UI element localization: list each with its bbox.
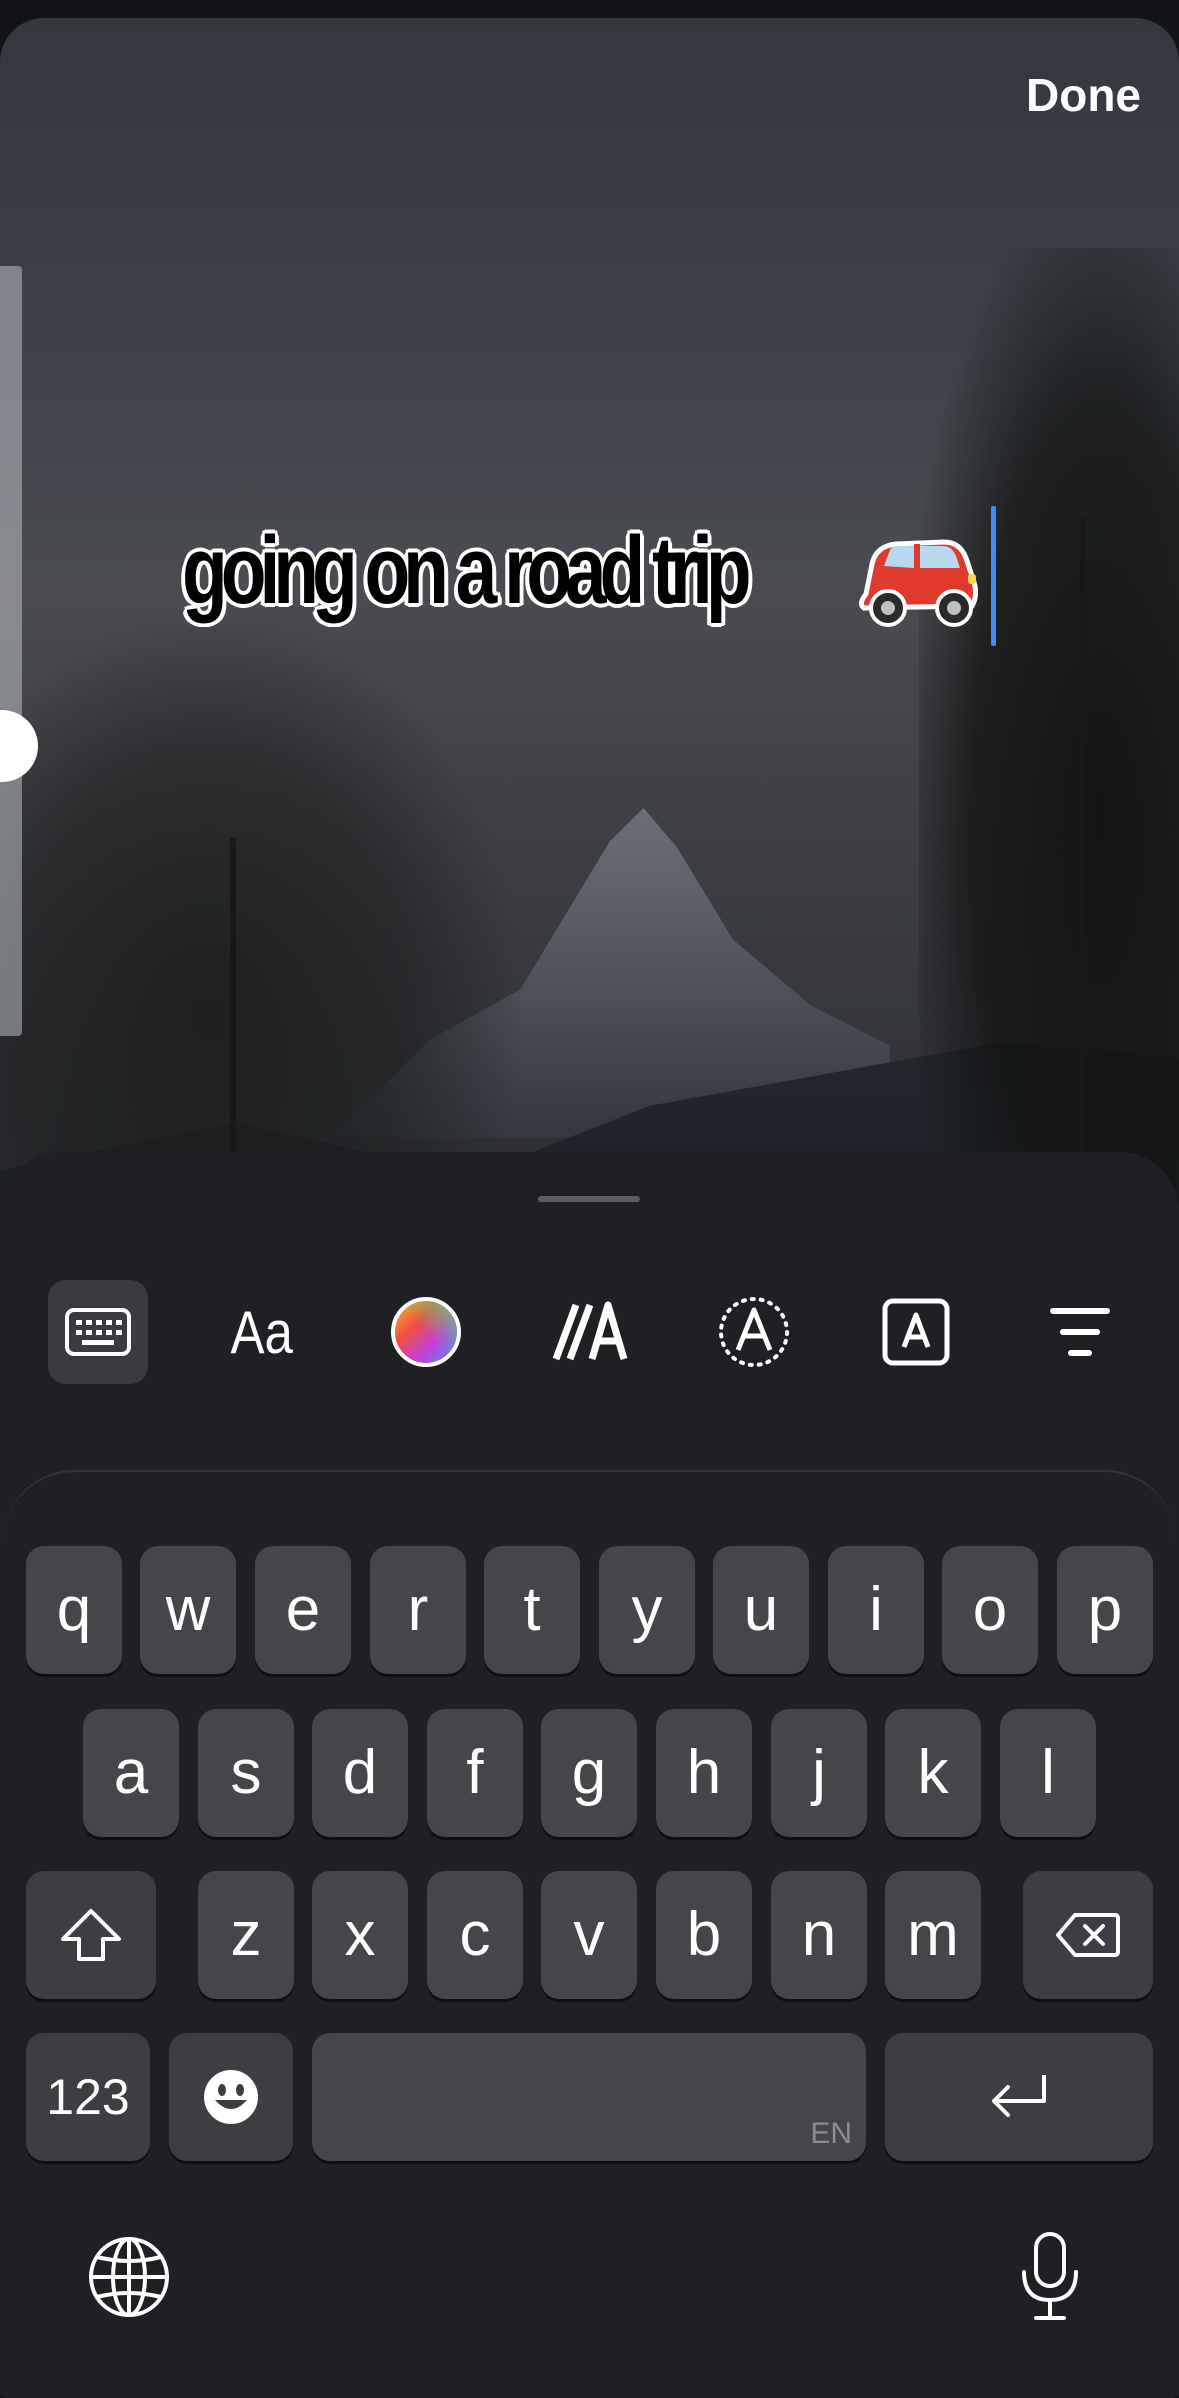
dim-overlay — [0, 18, 1179, 1280]
key-y[interactable]: y — [599, 1546, 695, 1674]
key-d[interactable]: d — [312, 1709, 408, 1837]
align-center-icon — [1050, 1308, 1110, 1356]
key-t[interactable]: t — [484, 1546, 580, 1674]
key-c[interactable]: c — [427, 1871, 523, 1999]
text-background-icon — [882, 1298, 950, 1366]
key-f[interactable]: f — [427, 1709, 523, 1837]
key-q[interactable]: q — [26, 1546, 122, 1674]
microphone-button[interactable] — [1010, 2226, 1090, 2326]
text-effect-icon — [719, 1297, 789, 1367]
key-j[interactable]: j — [771, 1709, 867, 1837]
numbers-key[interactable]: 123 — [26, 2033, 150, 2161]
background-tool-button[interactable] — [866, 1280, 966, 1384]
space-language-hint: EN — [810, 2117, 852, 2150]
key-o[interactable]: o — [942, 1546, 1038, 1674]
key-p[interactable]: p — [1057, 1546, 1153, 1674]
key-e[interactable]: e — [255, 1546, 351, 1674]
return-key[interactable] — [885, 2033, 1153, 2161]
microphone-icon — [1022, 2232, 1078, 2320]
color-wheel-icon — [391, 1297, 461, 1367]
globe-icon — [89, 2237, 169, 2317]
car-emoji — [858, 539, 979, 627]
text-cursor — [991, 506, 996, 646]
key-b[interactable]: b — [656, 1871, 752, 1999]
animate-text-icon — [552, 1301, 628, 1361]
key-r[interactable]: r — [370, 1546, 466, 1674]
key-u[interactable]: u — [713, 1546, 809, 1674]
font-label: Aa — [230, 1298, 294, 1366]
space-bar[interactable]: EN — [312, 2033, 866, 2161]
key-w[interactable]: w — [140, 1546, 236, 1674]
key-h[interactable]: h — [656, 1709, 752, 1837]
key-z[interactable]: z — [198, 1871, 294, 1999]
font-tool-button[interactable]: Aa — [212, 1280, 312, 1384]
shift-key[interactable] — [26, 1871, 156, 1999]
align-tool-button[interactable] — [1030, 1280, 1130, 1384]
backspace-key[interactable] — [1023, 1871, 1153, 1999]
key-n[interactable]: n — [771, 1871, 867, 1999]
animate-tool-button[interactable] — [540, 1280, 640, 1384]
color-tool-button[interactable] — [376, 1280, 476, 1384]
story-canvas[interactable] — [0, 18, 1179, 1280]
sheet-grabber[interactable] — [538, 1196, 640, 1202]
globe-button[interactable] — [84, 2232, 174, 2322]
shift-icon — [61, 1909, 121, 1961]
key-v[interactable]: v — [541, 1871, 637, 1999]
key-k[interactable]: k — [885, 1709, 981, 1837]
keyboard-icon — [65, 1308, 131, 1356]
key-l[interactable]: l — [1000, 1709, 1096, 1837]
keyboard-tool-button[interactable] — [48, 1280, 148, 1384]
key-g[interactable]: g — [541, 1709, 637, 1837]
return-icon — [992, 2075, 1046, 2117]
key-m[interactable]: m — [885, 1871, 981, 1999]
backspace-icon — [1056, 1913, 1120, 1957]
key-s[interactable]: s — [198, 1709, 294, 1837]
caption-text-field[interactable]: going on a road trip — [182, 506, 996, 646]
emoji-key[interactable] — [169, 2033, 293, 2161]
key-i[interactable]: i — [828, 1546, 924, 1674]
key-a[interactable]: a — [83, 1709, 179, 1837]
text-size-slider[interactable] — [0, 266, 22, 1036]
effects-tool-button[interactable] — [704, 1280, 804, 1384]
emoji-icon — [204, 2070, 258, 2124]
key-x[interactable]: x — [312, 1871, 408, 1999]
caption-text: going on a road trip — [182, 517, 752, 624]
done-button[interactable]: Done — [1026, 68, 1141, 122]
